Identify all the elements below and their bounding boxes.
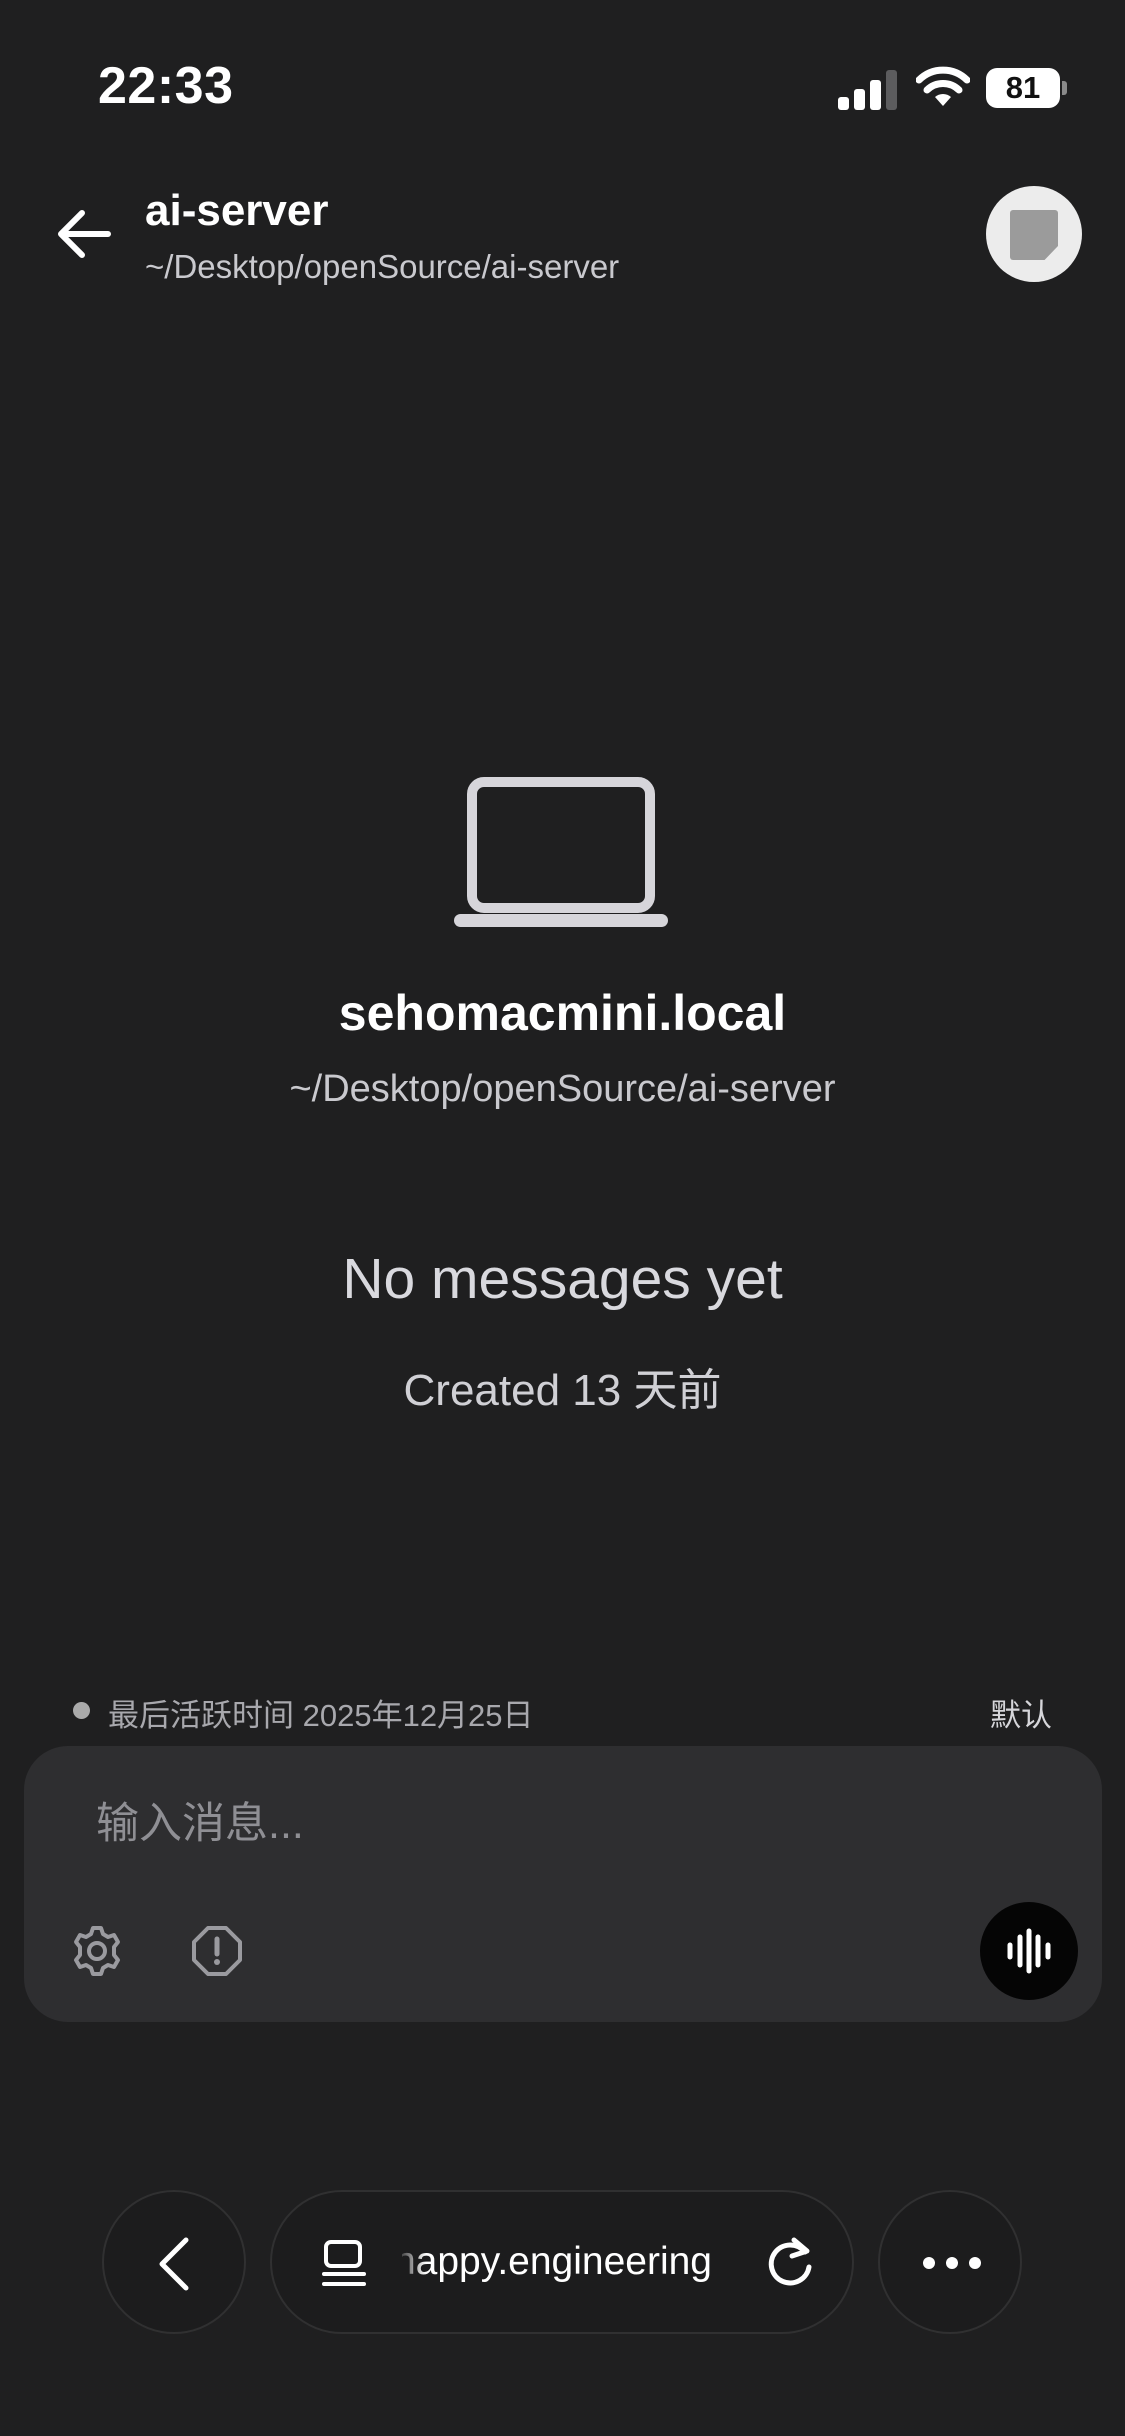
empty-state-title: No messages yet [342,1247,783,1311]
battery-percent: 81 [1005,70,1041,105]
status-time: 22:33 [98,57,234,115]
mode-selector[interactable]: 默认 [990,1690,1052,1735]
arrow-left-icon [58,210,111,258]
url-fade [396,2192,426,2332]
note-square-icon [1010,210,1058,260]
message-composer [24,1746,1102,2022]
cellular-signal-icon [838,70,897,110]
reload-icon[interactable] [764,2236,818,2290]
machine-name: sehomacmini.local [338,985,787,1041]
created-time: Created 13 天前 [403,1366,722,1415]
session-path: ~/Desktop/openSource/ai-server [145,248,620,285]
url-text[interactable]: happy.engineering [402,2192,712,2332]
tabs-icon[interactable] [318,2238,370,2290]
address-bar[interactable]: happy.engineering [270,2190,854,2334]
session-title: ai-server [145,186,329,235]
last-active-time: 最后活跃时间 2025年12月25日 [108,1698,534,1733]
url-value: happy.engineering [402,2240,712,2283]
more-dots-icon [923,2257,981,2269]
chevron-left-icon [159,2237,189,2291]
battery-indicator: 81 [986,68,1067,108]
status-bar: 22:33 81 [0,0,1125,150]
status-dot-icon [73,1702,90,1719]
voice-input-button[interactable] [980,1902,1078,2000]
gear-icon[interactable] [70,1924,124,1978]
browser-back-button[interactable] [102,2190,246,2334]
more-options-button[interactable] [878,2190,1022,2334]
message-input[interactable] [96,1794,996,1854]
back-button[interactable] [50,200,118,268]
alert-circle-icon[interactable] [190,1924,244,1978]
battery-cap [1062,81,1067,95]
wifi-icon [916,66,970,106]
machine-path: ~/Desktop/openSource/ai-server [289,1068,836,1110]
voice-waveform-icon [1007,1928,1051,1974]
laptop-icon [454,777,668,927]
avatar-button[interactable] [986,186,1082,282]
